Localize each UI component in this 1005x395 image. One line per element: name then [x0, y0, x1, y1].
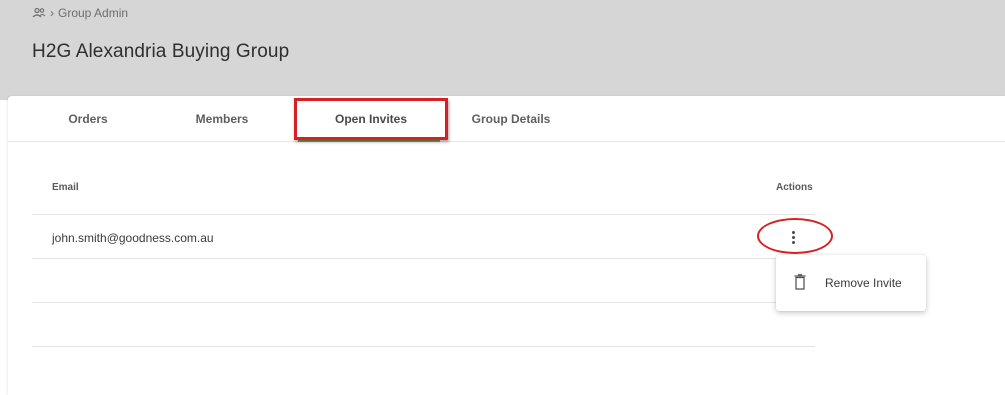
annotation-highlight-box — [294, 98, 448, 140]
actions-menu: Remove Invite — [776, 255, 926, 311]
breadcrumb-separator: › — [50, 6, 54, 20]
breadcrumb-group-admin[interactable]: Group Admin — [58, 6, 128, 20]
page-header: › Group Admin H2G Alexandria Buying Grou… — [0, 0, 1005, 100]
tab-group-details[interactable]: Group Details — [456, 96, 566, 141]
active-tab-indicator — [298, 140, 440, 142]
column-header-actions: Actions — [776, 182, 813, 193]
tab-orders[interactable]: Orders — [44, 96, 132, 141]
group-icon — [32, 7, 46, 19]
row-actions-kebab-icon[interactable] — [784, 228, 802, 246]
table-row-email: john.smith@goodness.com.au — [52, 231, 214, 245]
tab-members[interactable]: Members — [172, 96, 272, 141]
column-header-email: Email — [52, 182, 79, 193]
table-divider — [32, 214, 815, 215]
trash-icon — [794, 274, 806, 295]
table-divider — [32, 258, 815, 259]
breadcrumb: › Group Admin — [32, 6, 128, 20]
remove-invite-menu-item[interactable]: Remove Invite — [776, 255, 926, 311]
table-divider — [32, 302, 815, 303]
page-title: H2G Alexandria Buying Group — [32, 41, 290, 62]
tab-bar: Orders Members Open Invites Group Detail… — [8, 96, 1005, 142]
table-divider — [32, 346, 815, 347]
remove-invite-label: Remove Invite — [825, 276, 902, 290]
